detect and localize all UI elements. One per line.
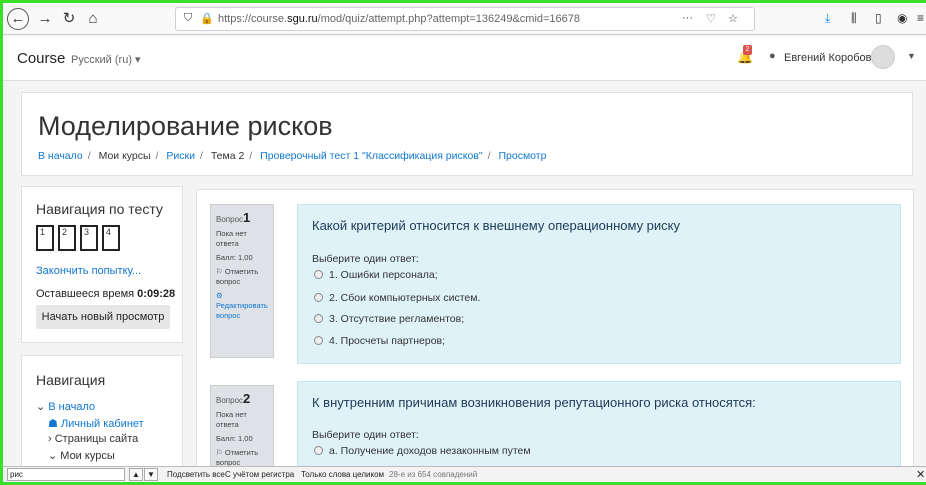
find-next-icon[interactable]: ▼ (144, 468, 158, 481)
close-icon[interactable]: ✕ (916, 468, 925, 481)
answer-option-4[interactable]: 4. Просчеты партнеров; (314, 335, 445, 347)
lock-icon: 🔒 (200, 13, 214, 25)
more-icon[interactable]: ··· (682, 12, 693, 24)
navigation-block: Навигация ⌄ В начало ☗ Личный кабинет › … (21, 355, 183, 470)
language-menu[interactable]: Русский (ru) ▾ (71, 53, 141, 66)
download-icon[interactable]: ⤓ (825, 11, 830, 26)
question-status: Пока нет ответа (216, 229, 247, 248)
question-nav-4[interactable]: 4 (102, 225, 120, 251)
avatar[interactable] (871, 45, 895, 69)
flag-icon: ⚐ (216, 448, 223, 457)
quiz-navigation-block: Навигация по тесту 1 2 3 4 Закончить поп… (21, 186, 183, 343)
match-case-toggle[interactable]: С учётом регистра (225, 470, 294, 479)
answer-option-2[interactable]: 2. Сбои компьютерных систем. (314, 292, 480, 304)
radio-icon (314, 314, 323, 323)
breadcrumb-home[interactable]: В начало (38, 150, 83, 162)
address-bar[interactable]: ⛉ 🔒 https://course.sgu.ru/mod/quiz/attem… (175, 7, 755, 31)
question-number: Вопрос2 (216, 391, 251, 406)
highlight-all-toggle[interactable]: Подсветить все (167, 470, 225, 479)
block-title: Навигация по тесту (36, 201, 163, 217)
shield-icon: ⛉ (184, 12, 193, 24)
reload-icon[interactable]: ↻ (59, 9, 79, 29)
browser-toolbar: ← → ↻ ⌂ ⛉ 🔒 https://course.sgu.ru/mod/qu… (3, 3, 926, 35)
question-nav-2[interactable]: 2 (58, 225, 76, 251)
time-left: Оставшееся время 0:09:28 (36, 288, 176, 300)
question-info-2: Вопрос2 Пока нет ответа Балл: 1,00 ⚐ Отм… (210, 385, 274, 475)
notification-badge: 2 (743, 45, 752, 55)
library-icon[interactable]: ⫼ (851, 11, 857, 26)
dashboard-icon: ☗ (48, 418, 58, 430)
chevron-down-icon: ⌄ (48, 450, 58, 462)
breadcrumb-topic: Тема 2 (210, 150, 245, 162)
radio-icon (314, 293, 323, 302)
menu-icon[interactable]: ≡ (917, 11, 924, 25)
question-score: Балл: 1,00 (216, 253, 253, 262)
question-info-1: Вопрос1 Пока нет ответа Балл: 1,00 ⚐ Отм… (210, 204, 274, 358)
account-icon[interactable]: ◉ (897, 11, 907, 25)
question-text: К внутренним причинам возникновения репу… (312, 395, 756, 410)
url-text: https://course.sgu.ru/mod/quiz/attempt.p… (218, 13, 581, 25)
bookmark-star-icon[interactable]: ☆ (728, 12, 738, 25)
breadcrumb-my-courses: Мои курсы (98, 150, 151, 162)
nav-dashboard[interactable]: ☗ Личный кабинет (48, 417, 144, 430)
question-number: Вопрос1 (216, 210, 251, 225)
page-title: Моделирование рисков (38, 111, 333, 141)
question-content-1: Какой критерий относится к внешнему опер… (297, 204, 901, 364)
breadcrumb: В начало / Мои курсы / Риски / Тема 2/ Пров… (38, 150, 547, 162)
chat-icon[interactable]: ● (769, 50, 776, 62)
question-score: Балл: 1,00 (216, 434, 253, 443)
question-nav-3[interactable]: 3 (80, 225, 98, 251)
question-nav-1[interactable]: 1 (36, 225, 54, 251)
site-brand[interactable]: Course (17, 50, 65, 67)
nav-site-pages[interactable]: › Страницы сайта (48, 433, 138, 445)
block-title: Навигация (36, 372, 106, 388)
nav-my-courses[interactable]: ⌄ Мои курсы (48, 449, 115, 462)
match-count: 28-е из 654 совпадений (389, 470, 478, 479)
breadcrumb-quiz[interactable]: Проверочный тест 1 "Классификация рисков… (260, 150, 482, 162)
edit-question-link[interactable]: Редактировать вопрос (216, 301, 268, 321)
top-navbar: Course Русский (ru) ▾ 🔔 2 ● Евгений Коро… (3, 36, 926, 81)
answer-option-3[interactable]: 3. Отсутствие регламентов; (314, 313, 464, 325)
forward-icon[interactable]: → (35, 9, 55, 29)
quiz-content: Вопрос1 Пока нет ответа Балл: 1,00 ⚐ Отм… (196, 189, 914, 482)
chevron-right-icon: › (48, 433, 52, 445)
finish-attempt-link[interactable]: Закончить попытку... (36, 265, 141, 277)
flag-question[interactable]: ⚐ Отметить вопрос (216, 448, 268, 468)
browser-window: ← → ↻ ⌂ ⛉ 🔒 https://course.sgu.ru/mod/qu… (3, 3, 926, 482)
answer-prompt: Выберите один ответ: (312, 253, 419, 265)
answer-prompt: Выберите один ответ: (312, 429, 419, 441)
flag-icon: ⚐ (216, 267, 223, 276)
chevron-down-icon: ⌄ (36, 401, 46, 413)
question-status: Пока нет ответа (216, 410, 247, 429)
flag-question[interactable]: ⚐ Отметить вопрос (216, 267, 268, 287)
sidebar-icon[interactable]: ▯ (875, 11, 882, 25)
radio-icon (314, 270, 323, 279)
radio-icon (314, 446, 323, 455)
whole-words-toggle[interactable]: Только слова целиком (301, 470, 384, 479)
pocket-icon[interactable]: ♡ (706, 12, 716, 25)
home-icon[interactable]: ⌂ (83, 9, 103, 29)
breadcrumb-preview[interactable]: Просмотр (498, 150, 546, 162)
answer-option-1[interactable]: a. Получение доходов незаконным путем (314, 445, 531, 457)
answer-option-1[interactable]: 1. Ошибки персонала; (314, 269, 438, 281)
user-name[interactable]: Евгений Коробов (784, 52, 872, 64)
new-preview-button[interactable]: Начать новый просмотр (36, 305, 170, 329)
question-text: Какой критерий относится к внешнему опер… (312, 218, 681, 233)
chevron-down-icon[interactable]: ▼ (907, 51, 916, 61)
radio-icon (314, 336, 323, 345)
find-bar: рис ▲ ▼ Подсветить все С учётом регистра… (3, 466, 926, 482)
find-previous-icon[interactable]: ▲ (129, 468, 143, 481)
page-header: Моделирование рисков В начало / Мои курсы… (21, 92, 913, 176)
gear-icon: ⚙ (216, 291, 223, 300)
nav-home[interactable]: ⌄ В начало (36, 400, 95, 413)
find-input[interactable]: рис (7, 468, 125, 481)
breadcrumb-course[interactable]: Риски (166, 150, 195, 162)
back-icon[interactable]: ← (7, 8, 29, 30)
